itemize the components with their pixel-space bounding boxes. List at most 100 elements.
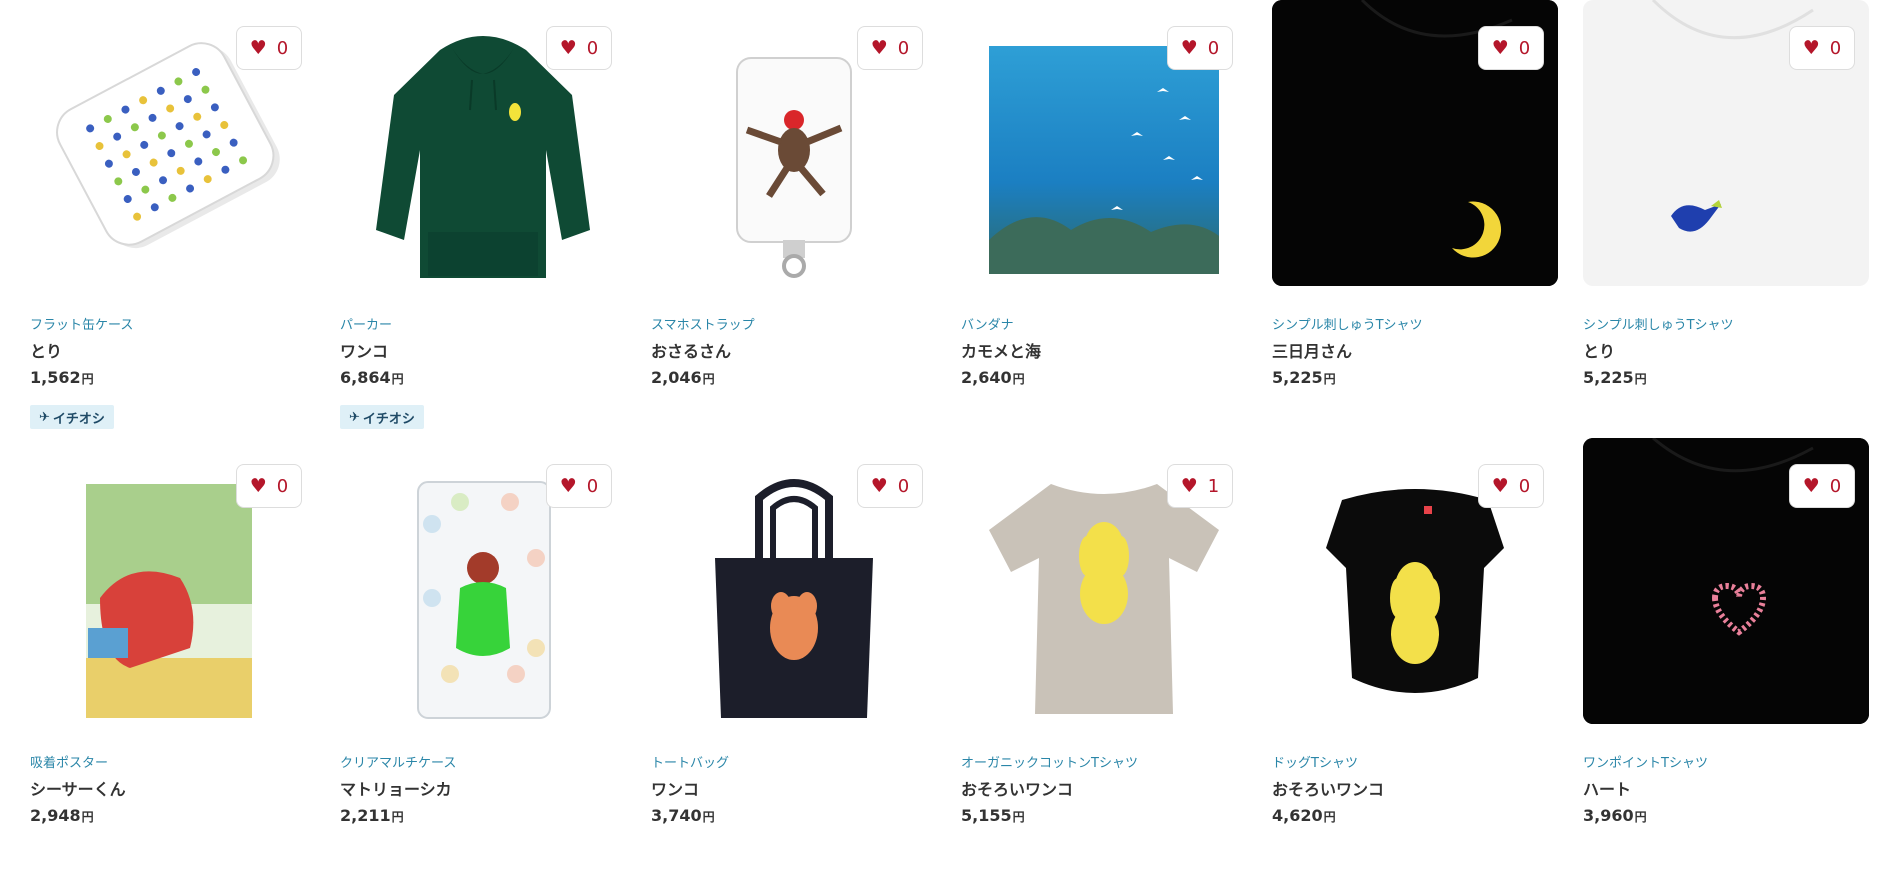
heart-icon: ♥ bbox=[1180, 36, 1198, 59]
product-category[interactable]: スマホストラップ bbox=[651, 314, 755, 333]
price-value: 5,155 bbox=[961, 806, 1012, 825]
product-price: 3,960円 bbox=[1583, 806, 1647, 825]
heart-icon: ♥ bbox=[1491, 36, 1509, 59]
favorite-button[interactable]: ♥ 0 bbox=[236, 26, 302, 70]
currency-unit: 円 bbox=[1012, 372, 1025, 386]
price-value: 6,864 bbox=[340, 368, 391, 387]
heart-icon: ♥ bbox=[559, 474, 577, 497]
product-price: 2,640円 bbox=[961, 368, 1025, 387]
heart-icon: ♥ bbox=[870, 36, 888, 59]
badge-label: イチオシ bbox=[52, 411, 105, 427]
favorite-count: 0 bbox=[276, 475, 289, 497]
product-category[interactable]: シンプル刺しゅうTシャツ bbox=[1272, 314, 1423, 333]
price-value: 2,640 bbox=[961, 368, 1012, 387]
currency-unit: 円 bbox=[702, 810, 715, 824]
product-grid: ♥ 0 フラット缶ケース とり 1,562円 ✈ イチオシ ♥ 0 パーカー ワン… bbox=[0, 0, 1891, 871]
product-name[interactable]: おさるさん bbox=[651, 338, 731, 362]
currency-unit: 円 bbox=[391, 372, 404, 386]
currency-unit: 円 bbox=[702, 372, 715, 386]
favorite-count: 0 bbox=[586, 475, 599, 497]
favorite-button[interactable]: ♥ 0 bbox=[1478, 26, 1544, 70]
product-name[interactable]: おそろいワンコ bbox=[961, 776, 1073, 800]
currency-unit: 円 bbox=[1323, 810, 1336, 824]
pin-icon: ✈ bbox=[349, 409, 360, 425]
currency-unit: 円 bbox=[81, 372, 94, 386]
price-value: 1,562 bbox=[30, 368, 81, 387]
product-price: 2,211円 bbox=[340, 806, 404, 825]
favorite-button[interactable]: ♥ 0 bbox=[1478, 464, 1544, 508]
favorite-button[interactable]: ♥ 0 bbox=[857, 464, 923, 508]
heart-icon: ♥ bbox=[1491, 474, 1509, 497]
favorite-button[interactable]: ♥ 0 bbox=[236, 464, 302, 508]
currency-unit: 円 bbox=[1323, 372, 1336, 386]
favorite-count: 0 bbox=[1207, 37, 1220, 59]
currency-unit: 円 bbox=[1012, 810, 1025, 824]
product-price: 3,740円 bbox=[651, 806, 715, 825]
favorite-count: 0 bbox=[276, 37, 289, 59]
favorite-button[interactable]: ♥ 0 bbox=[857, 26, 923, 70]
favorite-count: 0 bbox=[1518, 475, 1531, 497]
favorite-count: 0 bbox=[897, 475, 910, 497]
product-name[interactable]: ハート bbox=[1583, 776, 1631, 800]
product-name[interactable]: カモメと海 bbox=[961, 338, 1041, 362]
product-category[interactable]: クリアマルチケース bbox=[340, 752, 456, 771]
product-category[interactable]: パーカー bbox=[340, 314, 392, 333]
product-category[interactable]: トートバッグ bbox=[651, 752, 729, 771]
product-price: 5,225円 bbox=[1583, 368, 1647, 387]
product-category[interactable]: ドッグTシャツ bbox=[1272, 752, 1358, 771]
product-price: 5,225円 bbox=[1272, 368, 1336, 387]
favorite-count: 0 bbox=[1518, 37, 1531, 59]
heart-icon: ♥ bbox=[249, 36, 267, 59]
favorite-count: 0 bbox=[586, 37, 599, 59]
currency-unit: 円 bbox=[81, 810, 94, 824]
favorite-count: 1 bbox=[1207, 475, 1220, 497]
price-value: 2,948 bbox=[30, 806, 81, 825]
product-name[interactable]: とり bbox=[30, 338, 62, 362]
heart-icon: ♥ bbox=[1802, 36, 1820, 59]
favorite-button[interactable]: ♥ 0 bbox=[546, 26, 612, 70]
product-price: 2,948円 bbox=[30, 806, 94, 825]
product-category[interactable]: 吸着ポスター bbox=[30, 752, 108, 771]
recommend-badge: ✈ イチオシ bbox=[30, 405, 114, 429]
heart-icon: ♥ bbox=[249, 474, 267, 497]
price-value: 2,046 bbox=[651, 368, 702, 387]
price-value: 5,225 bbox=[1272, 368, 1323, 387]
product-name[interactable]: とり bbox=[1583, 338, 1615, 362]
badge-label: イチオシ bbox=[362, 411, 415, 427]
product-price: 2,046円 bbox=[651, 368, 715, 387]
product-name[interactable]: シーサーくん bbox=[30, 776, 126, 800]
currency-unit: 円 bbox=[391, 810, 404, 824]
price-value: 5,225 bbox=[1583, 368, 1634, 387]
price-value: 3,740 bbox=[651, 806, 702, 825]
product-category[interactable]: シンプル刺しゅうTシャツ bbox=[1583, 314, 1734, 333]
favorite-button[interactable]: ♥ 0 bbox=[1789, 26, 1855, 70]
product-price: 5,155円 bbox=[961, 806, 1025, 825]
favorite-count: 0 bbox=[897, 37, 910, 59]
favorite-button[interactable]: ♥ 0 bbox=[546, 464, 612, 508]
favorite-button[interactable]: ♥ 0 bbox=[1167, 26, 1233, 70]
product-price: 1,562円 bbox=[30, 368, 94, 387]
product-category[interactable]: フラット缶ケース bbox=[30, 314, 133, 333]
favorite-count: 0 bbox=[1829, 37, 1842, 59]
product-name[interactable]: マトリョーシカ bbox=[340, 776, 452, 800]
product-name[interactable]: おそろいワンコ bbox=[1272, 776, 1384, 800]
favorite-button[interactable]: ♥ 0 bbox=[1789, 464, 1855, 508]
favorite-button[interactable]: ♥ 1 bbox=[1167, 464, 1233, 508]
product-category[interactable]: ワンポイントTシャツ bbox=[1583, 752, 1708, 771]
heart-icon: ♥ bbox=[1180, 474, 1198, 497]
price-value: 4,620 bbox=[1272, 806, 1323, 825]
product-price: 4,620円 bbox=[1272, 806, 1336, 825]
product-name[interactable]: 三日月さん bbox=[1272, 338, 1352, 362]
product-price: 6,864円 bbox=[340, 368, 404, 387]
pin-icon: ✈ bbox=[39, 409, 50, 425]
heart-icon: ♥ bbox=[870, 474, 888, 497]
currency-unit: 円 bbox=[1634, 810, 1647, 824]
price-value: 2,211 bbox=[340, 806, 391, 825]
product-category[interactable]: オーガニックコットンTシャツ bbox=[961, 752, 1138, 771]
product-category[interactable]: バンダナ bbox=[961, 314, 1014, 333]
product-name[interactable]: ワンコ bbox=[340, 338, 388, 362]
product-name[interactable]: ワンコ bbox=[651, 776, 699, 800]
heart-icon: ♥ bbox=[559, 36, 577, 59]
currency-unit: 円 bbox=[1634, 372, 1647, 386]
favorite-count: 0 bbox=[1829, 475, 1842, 497]
